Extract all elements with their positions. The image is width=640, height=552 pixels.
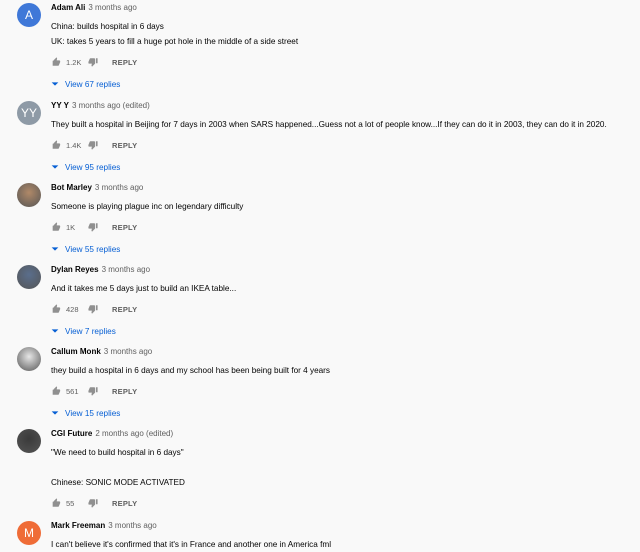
author-name[interactable]: Dylan Reyes	[51, 265, 99, 274]
avatar[interactable]: M	[17, 521, 41, 545]
view-replies-label: View 67 replies	[65, 79, 121, 89]
like-icon[interactable]	[51, 386, 61, 396]
comment-actions: 561 REPLY	[51, 385, 636, 397]
comment-text-line	[51, 460, 636, 475]
comment-actions: 1.4K REPLY	[51, 139, 636, 151]
reply-button[interactable]: REPLY	[112, 387, 137, 396]
like-count: 55	[66, 498, 75, 508]
comment-actions: 55 REPLY	[51, 497, 636, 509]
comment-text: And it takes me 5 days just to build an …	[51, 281, 636, 296]
author-name[interactable]: Callum Monk	[51, 347, 101, 356]
comment-text: China: builds hospital in 6 days UK: take…	[51, 19, 636, 49]
dislike-icon[interactable]	[88, 498, 98, 508]
author-name[interactable]: Adam Ali	[51, 3, 85, 12]
published-time[interactable]: 3 months ago	[95, 183, 143, 192]
comment-header: Bot Marley 3 months ago	[51, 183, 636, 193]
view-replies-label: View 95 replies	[65, 162, 121, 172]
published-time[interactable]: 3 months ago	[104, 347, 152, 356]
published-time[interactable]: 2 months ago (edited)	[95, 429, 173, 438]
comment-text-line: Someone is playing plague inc on legenda…	[51, 202, 244, 211]
published-time[interactable]: 3 months ago	[108, 521, 156, 530]
published-time[interactable]: 3 months ago	[102, 265, 150, 274]
comment-header: CGI Future 2 months ago (edited)	[51, 429, 636, 439]
published-time[interactable]: 3 months ago	[88, 3, 136, 12]
chevron-down-icon	[51, 80, 59, 88]
dislike-icon[interactable]	[88, 57, 98, 67]
comment-body: CGI Future 2 months ago (edited) "We need …	[51, 429, 636, 509]
reply-button[interactable]: REPLY	[112, 305, 137, 314]
comment-actions: 1.2K REPLY	[51, 56, 636, 68]
comment-header: Mark Freeman 3 months ago	[51, 521, 636, 531]
comments-list: A Adam Ali 3 months ago China: builds hospi…	[0, 0, 640, 552]
dislike-icon[interactable]	[88, 304, 98, 314]
view-replies-button[interactable]: View 95 replies	[51, 161, 636, 173]
like-count: 1.2K	[66, 57, 82, 67]
view-replies-button[interactable]: View 15 replies	[51, 407, 636, 419]
like-count: 1.4K	[66, 140, 82, 150]
dislike-icon[interactable]	[88, 386, 98, 396]
comment-text-line: China: builds hospital in 6 days	[51, 22, 164, 31]
reply-button[interactable]: REPLY	[112, 499, 137, 508]
comment-header: Callum Monk 3 months ago	[51, 347, 636, 357]
comment-text: I can't believe it's confirmed that it's…	[51, 537, 636, 552]
comment-body: Mark Freeman 3 months ago I can't believe …	[51, 521, 636, 552]
view-replies-label: View 55 replies	[65, 244, 121, 254]
avatar[interactable]	[17, 347, 41, 371]
avatar[interactable]: YY	[17, 101, 41, 125]
comment-actions: 428 REPLY	[51, 303, 636, 315]
dislike-icon[interactable]	[88, 222, 98, 232]
reply-button[interactable]: REPLY	[112, 141, 137, 150]
comment-body: Callum Monk 3 months ago they build a hosp…	[51, 347, 636, 419]
comment-text-line: "We need to build hospital in 6 days"	[51, 448, 184, 457]
author-name[interactable]: CGI Future	[51, 429, 92, 438]
published-time[interactable]: 3 months ago (edited)	[72, 101, 150, 110]
like-icon[interactable]	[51, 140, 61, 150]
view-replies-label: View 15 replies	[65, 408, 121, 418]
author-name[interactable]: Mark Freeman	[51, 521, 105, 530]
author-name[interactable]: Bot Marley	[51, 183, 92, 192]
avatar[interactable]	[17, 265, 41, 289]
like-count: 1K	[66, 222, 76, 232]
comment-body: Adam Ali 3 months ago China: builds hospit…	[51, 3, 636, 90]
chevron-down-icon	[51, 163, 59, 171]
dislike-icon[interactable]	[88, 140, 98, 150]
like-count: 561	[66, 386, 79, 396]
comment-body: Dylan Reyes 3 months ago And it takes me 5…	[51, 265, 636, 337]
like-icon[interactable]	[51, 57, 61, 67]
view-replies-button[interactable]: View 67 replies	[51, 78, 636, 90]
comment-text: Someone is playing plague inc on legenda…	[51, 199, 636, 214]
comment-text-line: they build a hospital in 6 days and my s…	[51, 366, 331, 375]
comment-text-line: Chinese: SONIC MODE ACTIVATED	[51, 478, 185, 487]
comment-text-line: And it takes me 5 days just to build an …	[51, 284, 237, 293]
comment-body: Bot Marley 3 months ago Someone is playing…	[51, 183, 636, 255]
comment-text-line: I can't believe it's confirmed that it's…	[51, 540, 332, 549]
comment-text: "We need to build hospital in 6 days" Chi…	[51, 445, 636, 490]
like-icon[interactable]	[51, 222, 61, 232]
comment-header: YY Y3 months ago (edited)	[51, 101, 636, 111]
comment-body: YY Y3 months ago (edited) They built a ho…	[51, 101, 636, 173]
reply-button[interactable]: REPLY	[112, 223, 137, 232]
chevron-down-icon	[51, 245, 59, 253]
avatar[interactable]	[17, 429, 41, 453]
chevron-down-icon	[51, 327, 59, 335]
avatar[interactable]	[17, 183, 41, 207]
comment-header: Dylan Reyes 3 months ago	[51, 265, 636, 275]
comment-text-line: They built a hospital in Beijing for 7 d…	[51, 120, 607, 129]
chevron-down-icon	[51, 409, 59, 417]
reply-button[interactable]: REPLY	[112, 58, 137, 67]
comment-text: They built a hospital in Beijing for 7 d…	[51, 117, 636, 132]
like-icon[interactable]	[51, 304, 61, 314]
author-name[interactable]: YY Y	[51, 101, 69, 110]
like-icon[interactable]	[51, 498, 61, 508]
comment-text: they build a hospital in 6 days and my s…	[51, 363, 636, 378]
view-replies-button[interactable]: View 7 replies	[51, 325, 636, 337]
comment-actions: 1K REPLY	[51, 221, 636, 233]
comment-header: Adam Ali 3 months ago	[51, 3, 636, 13]
view-replies-button[interactable]: View 55 replies	[51, 243, 636, 255]
like-count: 428	[66, 304, 79, 314]
comment-text-line: UK: takes 5 years to fill a huge pot hol…	[51, 37, 299, 46]
avatar[interactable]: A	[17, 3, 41, 27]
view-replies-label: View 7 replies	[65, 326, 116, 336]
